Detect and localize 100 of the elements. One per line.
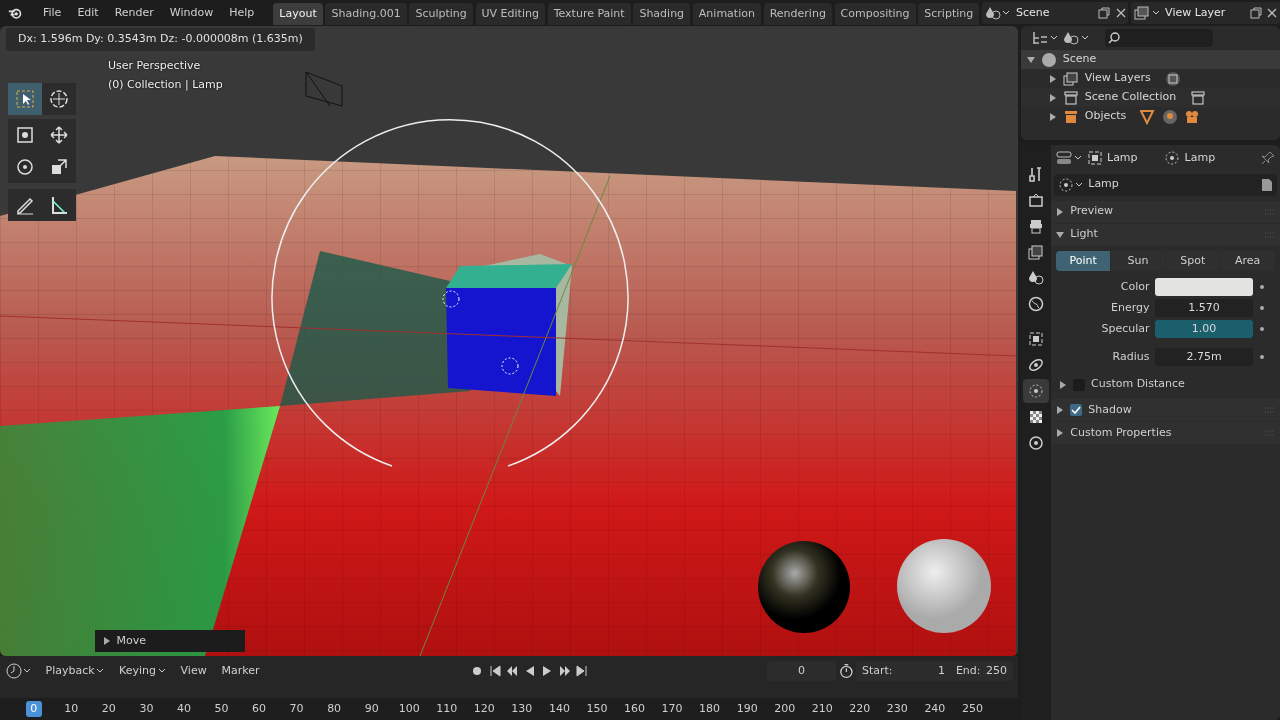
editor-type-icon[interactable] bbox=[1056, 150, 1073, 165]
dropdown-caret-icon[interactable] bbox=[24, 669, 32, 673]
collection-icon bbox=[1190, 89, 1207, 106]
number-field[interactable]: 1.570 bbox=[1155, 299, 1253, 318]
dropdown-caret-icon bbox=[1075, 182, 1083, 187]
number-field[interactable]: 2.75m bbox=[1155, 348, 1253, 367]
outliner-item[interactable]: Scene bbox=[1062, 51, 1097, 68]
tool-button[interactable] bbox=[8, 189, 42, 221]
workspace-tab[interactable]: Rendering bbox=[763, 3, 832, 25]
collapsed-arrow-icon[interactable] bbox=[1048, 93, 1057, 102]
collapsed-arrow-icon[interactable] bbox=[1056, 406, 1065, 415]
workspace-tab[interactable]: UV Editing bbox=[475, 3, 545, 25]
workspace-tab[interactable]: Layout bbox=[273, 3, 323, 25]
current-frame-field[interactable]: 0 bbox=[766, 661, 837, 681]
animate-dot-icon[interactable] bbox=[1258, 305, 1265, 312]
tool-button[interactable] bbox=[42, 189, 76, 221]
properties-tab[interactable] bbox=[1022, 379, 1049, 404]
previous-keyframe-icon[interactable] bbox=[506, 665, 519, 677]
workspace-tab[interactable]: Animation bbox=[692, 3, 761, 25]
search-field[interactable] bbox=[1105, 29, 1214, 47]
stopwatch-icon[interactable] bbox=[838, 663, 854, 679]
display-mode-icon[interactable] bbox=[1031, 31, 1048, 45]
close-icon[interactable] bbox=[1115, 8, 1126, 18]
next-keyframe-icon[interactable] bbox=[558, 665, 571, 677]
color-swatch[interactable] bbox=[1155, 278, 1253, 297]
frame-number: 180 bbox=[698, 700, 722, 717]
light-type-tab[interactable]: Point bbox=[1056, 251, 1111, 272]
light-type-tab[interactable]: Area bbox=[1220, 251, 1275, 272]
light-type-tab[interactable]: Sun bbox=[1111, 251, 1165, 272]
end-label: End: bbox=[955, 662, 981, 679]
orbit-icon bbox=[1027, 357, 1044, 374]
frame-number: 10 bbox=[63, 700, 80, 717]
panel-title[interactable]: Custom Distance bbox=[1091, 376, 1185, 393]
start-frame-field[interactable]: 1 bbox=[898, 662, 951, 680]
menu-button[interactable]: Playback bbox=[39, 662, 111, 680]
slider-field[interactable]: 1.00 bbox=[1155, 320, 1253, 339]
jump-start-icon[interactable] bbox=[488, 665, 501, 677]
datablock-field[interactable]: Lamp bbox=[1053, 173, 1278, 196]
collapsed-arrow-icon[interactable] bbox=[103, 637, 111, 645]
panel-title[interactable]: Shadow bbox=[1088, 402, 1132, 419]
outliner-item[interactable]: Scene Collection bbox=[1084, 89, 1177, 106]
checkbox-checked[interactable] bbox=[1070, 404, 1083, 417]
clock-icon[interactable] bbox=[5, 663, 22, 679]
animate-dot-icon[interactable] bbox=[1258, 326, 1265, 333]
frame-number: 200 bbox=[773, 700, 797, 717]
collapsed-arrow-icon[interactable] bbox=[1048, 74, 1057, 83]
collapsed-arrow-icon[interactable] bbox=[1056, 207, 1065, 216]
collapsed-arrow-icon[interactable] bbox=[1056, 429, 1065, 438]
record-icon[interactable] bbox=[471, 665, 484, 677]
tool-button[interactable] bbox=[42, 83, 76, 115]
workspace-tab[interactable]: Shading bbox=[633, 3, 691, 25]
frame-number: 210 bbox=[810, 700, 834, 717]
workspace-tab[interactable]: Texture Paint bbox=[547, 3, 631, 25]
menu-item[interactable]: Help bbox=[221, 4, 263, 22]
pin-icon[interactable] bbox=[1260, 150, 1275, 165]
menu-button[interactable]: Marker bbox=[215, 662, 266, 680]
menu-button[interactable]: View bbox=[174, 662, 213, 680]
workspace-tab[interactable]: Compositing bbox=[834, 3, 916, 25]
workspace-tab[interactable]: Scripting bbox=[918, 3, 980, 25]
menu-item[interactable]: Edit bbox=[69, 4, 107, 22]
printer-icon bbox=[1027, 218, 1044, 235]
dropdown-caret-icon[interactable] bbox=[1050, 36, 1058, 40]
duplicate-icon[interactable] bbox=[1098, 7, 1111, 19]
expanded-arrow-icon[interactable] bbox=[1026, 55, 1035, 64]
duplicate-icon[interactable] bbox=[1249, 7, 1262, 19]
scene-icon bbox=[1027, 270, 1044, 287]
scene-icon bbox=[1040, 51, 1057, 68]
light-type-tab[interactable]: Spot bbox=[1165, 251, 1220, 272]
end-frame-field[interactable]: 250 bbox=[986, 662, 1007, 680]
animate-dot-icon[interactable] bbox=[1258, 284, 1265, 291]
menu-item[interactable]: Window bbox=[161, 4, 222, 22]
workspace-tab[interactable]: Shading.001 bbox=[325, 3, 407, 25]
menu-button[interactable]: Keying bbox=[113, 662, 172, 680]
menu-item[interactable]: Render bbox=[106, 4, 162, 22]
tool-button[interactable] bbox=[8, 83, 42, 115]
workspace-tab[interactable]: Sculpting bbox=[409, 3, 473, 25]
outliner-item[interactable]: View Layers bbox=[1084, 70, 1151, 87]
frame-number: 230 bbox=[885, 700, 909, 717]
jump-end-icon[interactable] bbox=[576, 665, 589, 677]
operator-panel[interactable]: Move bbox=[95, 630, 245, 652]
dropdown-caret-icon[interactable] bbox=[1075, 155, 1082, 160]
checker-icon bbox=[1027, 409, 1044, 426]
panel-title[interactable]: Preview bbox=[1070, 203, 1114, 220]
dropdown-caret-icon[interactable] bbox=[1152, 11, 1160, 15]
object-icon bbox=[1087, 150, 1102, 165]
view-layer-icon[interactable] bbox=[1133, 6, 1150, 20]
menu-item[interactable]: File bbox=[34, 4, 70, 22]
outliner-item[interactable]: Objects bbox=[1084, 108, 1127, 125]
scene-icon[interactable] bbox=[1063, 31, 1079, 45]
frame-number: 130 bbox=[510, 700, 534, 717]
panel-title[interactable]: Light bbox=[1070, 226, 1098, 243]
view-layers-icon bbox=[1027, 244, 1044, 261]
dropdown-caret-icon[interactable] bbox=[1081, 36, 1089, 40]
scene-icon[interactable] bbox=[984, 6, 1001, 20]
dropdown-caret-icon[interactable] bbox=[1003, 11, 1011, 15]
expanded-arrow-icon[interactable] bbox=[1056, 230, 1065, 239]
close-icon[interactable] bbox=[1267, 8, 1278, 18]
collapsed-arrow-icon[interactable] bbox=[1048, 112, 1057, 121]
collapsed-arrow-icon[interactable] bbox=[1059, 380, 1067, 389]
animate-dot-icon[interactable] bbox=[1258, 354, 1265, 361]
